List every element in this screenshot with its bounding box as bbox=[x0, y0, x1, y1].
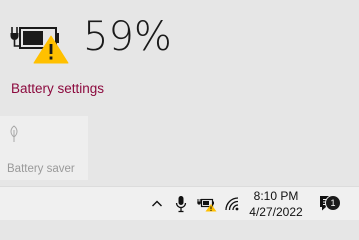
network-button[interactable] bbox=[222, 187, 242, 221]
battery-flyout: 59% Battery settings Battery saver bbox=[0, 0, 359, 186]
clock-time: 8:10 PM bbox=[253, 189, 299, 203]
show-hidden-icons-button[interactable] bbox=[148, 187, 166, 221]
clock-date: 4/27/2022 bbox=[249, 205, 303, 219]
wifi-icon bbox=[225, 197, 239, 211]
notification-count-badge: 1 bbox=[325, 195, 341, 211]
battery-saver-tile[interactable]: Battery saver bbox=[0, 116, 88, 180]
battery-warning-icon bbox=[10, 27, 69, 64]
notification-icon-wrap: 1 bbox=[318, 194, 341, 214]
battery-saver-label: Battery saver bbox=[7, 163, 75, 175]
battery-tray-button[interactable] bbox=[196, 187, 218, 221]
microphone-button[interactable] bbox=[172, 187, 190, 221]
chevron-up-icon bbox=[152, 200, 162, 207]
battery-settings-link[interactable]: Battery settings bbox=[11, 81, 104, 96]
microphone-icon bbox=[175, 196, 187, 213]
taskbar: 8:10 PM 4/27/2022 1 bbox=[0, 186, 359, 220]
clock-button[interactable]: 8:10 PM 4/27/2022 bbox=[242, 187, 310, 221]
notification-center-button[interactable]: 1 bbox=[314, 187, 342, 221]
leaf-icon bbox=[10, 125, 18, 142]
battery-warning-icon bbox=[197, 198, 217, 212]
battery-percentage: 59% bbox=[83, 14, 172, 60]
